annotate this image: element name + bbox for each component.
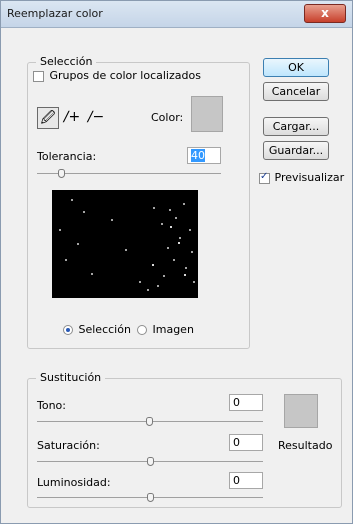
selection-radio-label: Selección: [78, 323, 131, 336]
ok-button[interactable]: OK: [263, 58, 329, 77]
window-title: Reemplazar color: [7, 7, 103, 20]
saturation-slider-handle[interactable]: [147, 457, 154, 466]
eyedropper-plus-tool[interactable]: ∕+: [61, 107, 83, 129]
image-radio[interactable]: [137, 325, 147, 335]
lightness-field[interactable]: 0: [229, 472, 263, 489]
saturation-label: Saturación:: [37, 439, 100, 452]
hue-slider-handle[interactable]: [146, 417, 153, 426]
lightness-slider-handle[interactable]: [147, 493, 154, 502]
tolerance-slider-handle[interactable]: [58, 169, 65, 178]
result-label: Resultado: [278, 439, 333, 452]
preview-option[interactable]: Previsualizar: [259, 171, 344, 184]
save-button[interactable]: Guardar...: [263, 141, 329, 160]
localized-color-groups-option[interactable]: Grupos de color localizados: [33, 69, 201, 82]
hue-value: 0: [233, 396, 240, 409]
tolerance-field[interactable]: 40: [187, 147, 221, 164]
selection-radio[interactable]: [63, 325, 73, 335]
replacement-legend: Sustitución: [36, 371, 106, 384]
image-radio-label: Imagen: [152, 323, 194, 336]
preview-mode-image-option[interactable]: Imagen: [137, 323, 194, 336]
replace-color-dialog: Reemplazar color x Selección Grupos de c…: [0, 0, 353, 524]
eyedropper-plus-icon: ∕+: [63, 109, 81, 125]
selection-preview-image: [52, 190, 198, 298]
tolerance-label: Tolerancia:: [37, 150, 97, 163]
hue-label: Tono:: [37, 399, 66, 412]
eyedropper-minus-icon: ∕−: [87, 109, 105, 125]
lightness-label: Luminosidad:: [37, 476, 111, 489]
selection-legend: Selección: [36, 55, 97, 68]
localized-color-groups-label: Grupos de color localizados: [49, 69, 201, 82]
preview-mode-selection-option[interactable]: Selección: [63, 323, 131, 336]
preview-checkbox[interactable]: [259, 171, 270, 184]
close-button[interactable]: x: [304, 4, 346, 23]
cancel-button[interactable]: Cancelar: [263, 82, 329, 101]
eyedropper-minus-tool[interactable]: ∕−: [85, 107, 107, 129]
saturation-field[interactable]: 0: [229, 434, 263, 451]
load-button[interactable]: Cargar...: [263, 117, 329, 136]
lightness-value: 0: [233, 474, 240, 487]
title-bar: Reemplazar color x: [1, 1, 352, 28]
saturation-value: 0: [233, 436, 240, 449]
hue-field[interactable]: 0: [229, 394, 263, 411]
eyedropper-icon: 🖉: [40, 110, 56, 126]
color-label: Color:: [151, 111, 184, 124]
preview-label: Previsualizar: [274, 171, 345, 184]
result-color-swatch[interactable]: [284, 394, 318, 428]
selection-color-swatch[interactable]: [191, 96, 223, 132]
tolerance-value: 40: [191, 149, 205, 162]
localized-color-groups-checkbox[interactable]: [33, 70, 44, 82]
eyedropper-tool[interactable]: 🖉: [37, 107, 59, 129]
